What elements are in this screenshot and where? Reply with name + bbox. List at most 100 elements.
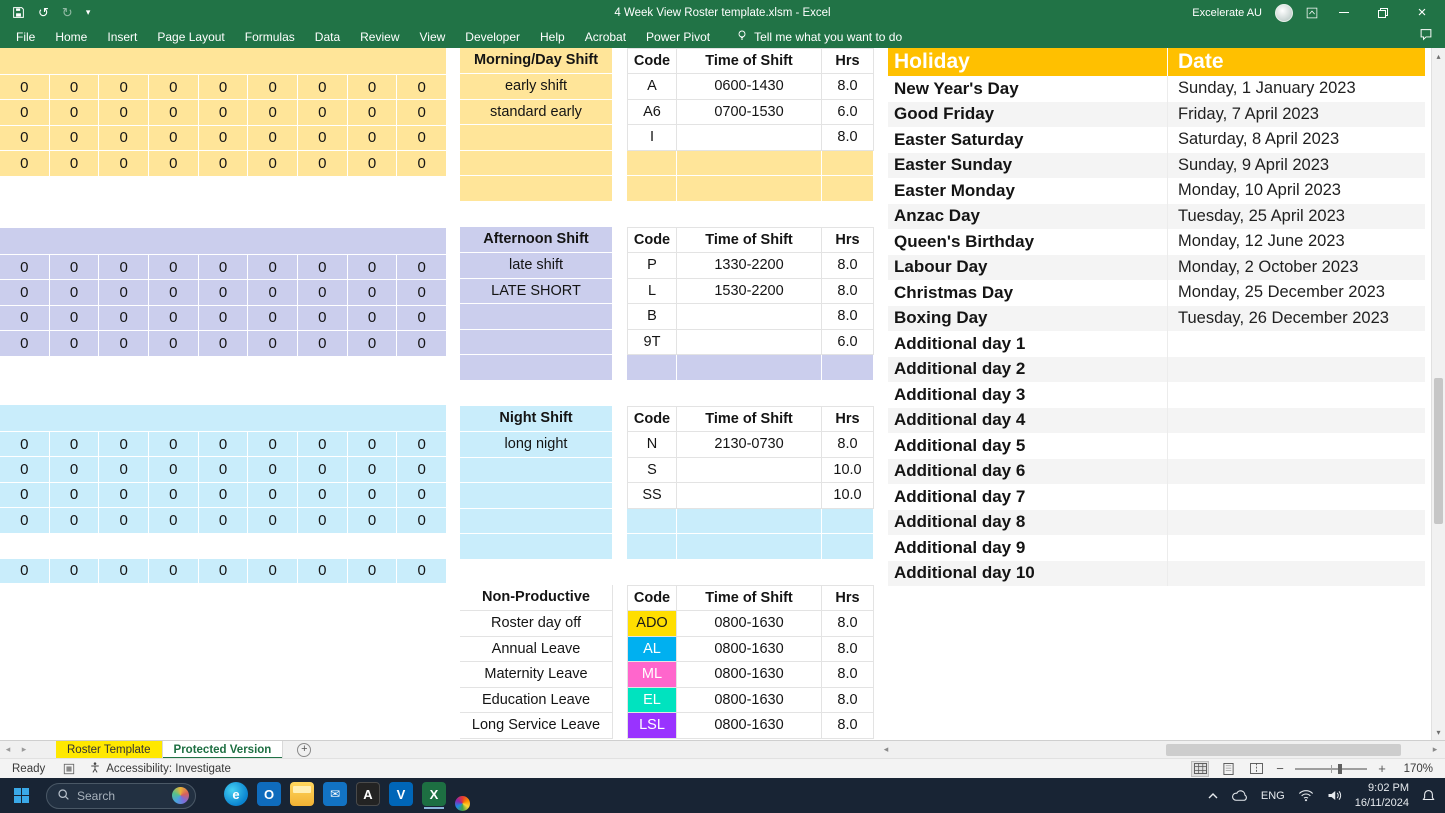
ribbon-tab-power-pivot[interactable]: Power Pivot — [636, 25, 720, 48]
horizontal-scrollbar[interactable]: ◂ ▸ — [878, 742, 1443, 757]
holiday-name-cell[interactable]: Labour Day — [888, 255, 1168, 281]
shift-name-cell[interactable]: Long Service Leave — [460, 713, 613, 739]
grid-cell[interactable]: 0 — [199, 331, 248, 355]
grid-cell[interactable]: 0 — [248, 457, 297, 481]
grid-cell[interactable]: 0 — [298, 255, 347, 279]
grid-cell[interactable]: 0 — [298, 126, 347, 150]
shift-time-cell[interactable] — [677, 304, 822, 330]
holiday-name-cell[interactable]: Additional day 8 — [888, 510, 1168, 536]
grid-cell[interactable]: 0 — [149, 331, 198, 355]
shift-time-cell[interactable]: 0800-1630 — [677, 611, 822, 637]
grid-cell[interactable]: 0 — [199, 483, 248, 507]
shift-code-cell[interactable]: AL — [627, 637, 677, 663]
shift-hrs-cell[interactable]: 6.0 — [822, 330, 874, 356]
ribbon-display-options-icon[interactable] — [1306, 7, 1318, 19]
grid-cell[interactable]: 0 — [397, 126, 446, 150]
ribbon-tab-developer[interactable]: Developer — [455, 25, 530, 48]
app-a-taskbar-icon[interactable]: A — [356, 782, 380, 806]
grid-cell[interactable]: 0 — [248, 280, 297, 304]
grid-cell[interactable]: 0 — [199, 280, 248, 304]
grid-cell[interactable]: 0 — [298, 457, 347, 481]
shift-time-cell[interactable]: 0800-1630 — [677, 713, 822, 739]
close-button[interactable]: × — [1409, 0, 1435, 25]
shift-code-cell[interactable]: N — [627, 432, 677, 458]
shift-code-cell[interactable]: LSL — [627, 713, 677, 739]
page-layout-view-icon[interactable] — [1219, 761, 1237, 777]
shift-hrs-cell[interactable] — [822, 534, 874, 560]
holiday-name-cell[interactable]: Additional day 3 — [888, 382, 1168, 408]
date-header-cell[interactable]: Date — [1168, 48, 1425, 76]
holiday-name-cell[interactable]: Easter Monday — [888, 178, 1168, 204]
grid-cell[interactable]: 0 — [348, 457, 397, 481]
shift-code-cell[interactable]: EL — [627, 688, 677, 714]
horizontal-scroll-track[interactable] — [894, 744, 1427, 756]
grid-cell[interactable]: 0 — [248, 483, 297, 507]
grid-cell[interactable]: 0 — [50, 255, 99, 279]
holiday-name-cell[interactable]: Anzac Day — [888, 204, 1168, 230]
scroll-down-icon[interactable]: ▾ — [1432, 724, 1445, 740]
grid-cell[interactable]: 0 — [298, 151, 347, 175]
grid-cell[interactable]: 0 — [50, 100, 99, 124]
start-button[interactable] — [0, 778, 42, 813]
grid-cell[interactable]: 0 — [50, 457, 99, 481]
mail-taskbar-icon[interactable]: ✉ — [323, 782, 347, 806]
shift-code-cell[interactable]: L — [627, 279, 677, 305]
shift-code-cell[interactable]: B — [627, 304, 677, 330]
account-avatar[interactable] — [1275, 4, 1293, 22]
shift-code-cell[interactable] — [627, 355, 677, 381]
shift-code-cell[interactable] — [627, 534, 677, 560]
grid-cell[interactable]: 0 — [149, 280, 198, 304]
grid-cell[interactable]: 0 — [50, 75, 99, 99]
grid-cell[interactable]: 0 — [248, 306, 297, 330]
grid-cell[interactable]: 0 — [348, 255, 397, 279]
holiday-date-cell[interactable]: Monday, 12 June 2023 — [1168, 229, 1425, 255]
shift-hrs-cell[interactable]: 8.0 — [822, 688, 874, 714]
grid-cell[interactable]: 0 — [149, 100, 198, 124]
language-indicator[interactable]: ENG — [1261, 790, 1285, 802]
holiday-date-cell[interactable] — [1168, 433, 1425, 459]
shift-name-cell[interactable] — [460, 355, 613, 381]
grid-cell[interactable]: 0 — [99, 559, 148, 583]
ribbon-tab-help[interactable]: Help — [530, 25, 575, 48]
holiday-name-cell[interactable]: Good Friday — [888, 102, 1168, 128]
edge-taskbar-icon[interactable]: e — [224, 782, 248, 806]
holiday-name-cell[interactable]: New Year's Day — [888, 76, 1168, 102]
grid-cell[interactable]: 0 — [149, 457, 198, 481]
wifi-icon[interactable] — [1298, 789, 1314, 802]
spreadsheet[interactable]: Holiday Date New Year's DaySunday, 1 Jan… — [0, 48, 1445, 740]
grid-cell[interactable]: 0 — [199, 100, 248, 124]
shift-time-cell[interactable] — [677, 509, 822, 535]
grid-cell[interactable]: 0 — [99, 280, 148, 304]
grid-cell[interactable]: 0 — [348, 559, 397, 583]
shift-hrs-cell[interactable] — [822, 151, 874, 177]
ribbon-tab-formulas[interactable]: Formulas — [235, 25, 305, 48]
grid-cell[interactable]: 0 — [397, 457, 446, 481]
holiday-name-cell[interactable]: Additional day 9 — [888, 535, 1168, 561]
tell-me-search[interactable]: Tell me what you want to do — [736, 29, 902, 45]
shift-name-cell[interactable] — [460, 509, 613, 535]
holiday-date-cell[interactable]: Sunday, 9 April 2023 — [1168, 153, 1425, 179]
grid-cell[interactable]: 0 — [149, 483, 198, 507]
grid-cell[interactable]: 0 — [149, 508, 198, 532]
shift-name-cell[interactable]: long night — [460, 432, 613, 458]
grid-cell[interactable]: 0 — [348, 508, 397, 532]
holiday-date-cell[interactable]: Tuesday, 25 April 2023 — [1168, 204, 1425, 230]
grid-cell[interactable]: 0 — [149, 126, 198, 150]
grid-cell[interactable]: 0 — [149, 255, 198, 279]
shift-hrs-cell[interactable] — [822, 176, 874, 202]
vertical-scroll-thumb[interactable] — [1434, 378, 1443, 524]
shift-name-cell[interactable]: Education Leave — [460, 688, 613, 714]
grid-cell[interactable]: 0 — [248, 559, 297, 583]
holiday-name-cell[interactable]: Additional day 6 — [888, 459, 1168, 485]
holiday-date-cell[interactable]: Monday, 25 December 2023 — [1168, 280, 1425, 306]
grid-cell[interactable]: 0 — [248, 126, 297, 150]
grid-cell[interactable]: 0 — [348, 432, 397, 456]
grid-cell[interactable]: 0 — [99, 432, 148, 456]
grid-cell[interactable]: 0 — [0, 126, 49, 150]
holiday-name-cell[interactable]: Easter Saturday — [888, 127, 1168, 153]
shift-code-cell[interactable]: S — [627, 458, 677, 484]
grid-cell[interactable]: 0 — [199, 255, 248, 279]
scroll-up-icon[interactable]: ▴ — [1432, 48, 1445, 64]
holiday-date-cell[interactable] — [1168, 357, 1425, 383]
shift-time-cell[interactable]: 0800-1630 — [677, 637, 822, 663]
